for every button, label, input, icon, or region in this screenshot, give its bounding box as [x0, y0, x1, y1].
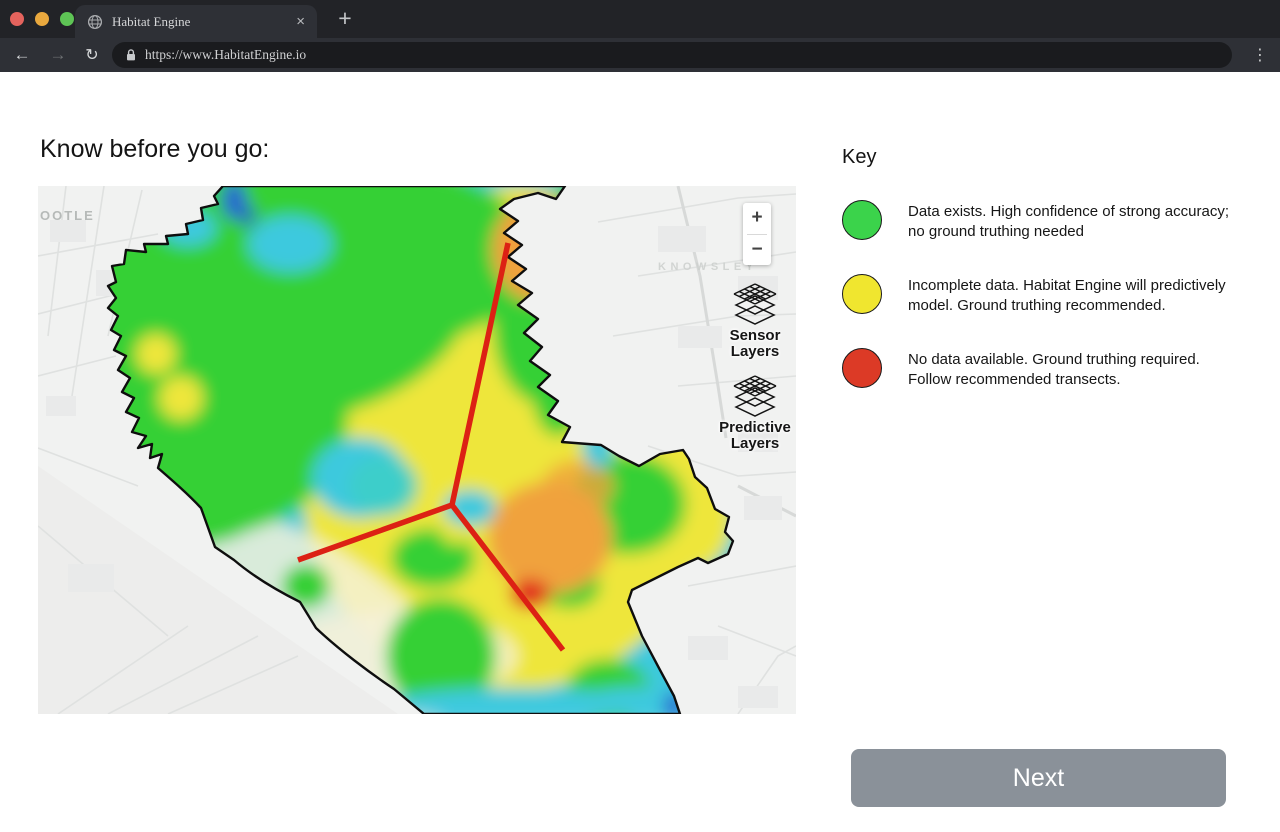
yellow-swatch [842, 274, 882, 314]
habitat-engine-favicon [87, 14, 103, 30]
habitat-map[interactable]: OOTLE KNOWSLEY [38, 186, 796, 714]
forward-icon[interactable]: → [44, 38, 72, 72]
key-item-yellow-line1: Incomplete data. Habitat Engine will pre… [908, 276, 1226, 296]
key-item-yellow-line2: model. Ground truthing recommended. [908, 296, 1226, 316]
key-item-red-line2: Follow recommended transects. [908, 370, 1200, 390]
map-zoom-control: + − [743, 203, 771, 265]
tab-strip: Habitat Engine × + [0, 0, 1280, 38]
key-title: Key [842, 146, 1280, 169]
close-window-button[interactable] [10, 12, 24, 26]
browser-tab[interactable]: Habitat Engine × [75, 5, 317, 38]
key-item-green-line1: Data exists. High confidence of strong a… [908, 202, 1229, 222]
predictive-layers-label-line2: Layers [719, 436, 791, 452]
new-tab-button[interactable]: + [331, 3, 359, 33]
predictive-layers-toggle[interactable]: Predictive Layers [719, 374, 791, 452]
key-item-yellow: Incomplete data. Habitat Engine will pre… [842, 274, 1226, 316]
tab-close-icon[interactable]: × [296, 14, 305, 29]
next-button[interactable]: Next [851, 749, 1226, 807]
layers-icon [730, 374, 780, 420]
key-item-green-line2: no ground truthing needed [908, 222, 1229, 242]
back-icon[interactable]: ← [8, 38, 36, 72]
key-item-red: No data available. Ground truthing requi… [842, 348, 1200, 390]
browser-menu-icon[interactable]: ⋮ [1246, 38, 1274, 72]
predictive-layers-label-line1: Predictive [719, 420, 791, 436]
zoom-in-button[interactable]: + [743, 203, 771, 234]
screen: { "browser": { "tab_title": "Habitat Eng… [0, 0, 1280, 832]
red-swatch [842, 348, 882, 388]
key-panel: Key Data exists. High confidence of stro… [842, 146, 1280, 169]
browser-toolbar: ← → ↻ https://www.HabitatEngine.io ⋮ [0, 38, 1280, 72]
green-swatch [842, 200, 882, 240]
url-text: https://www.HabitatEngine.io [145, 47, 306, 63]
tab-title: Habitat Engine [112, 14, 296, 30]
map-place-label-bootle: OOTLE [40, 208, 95, 223]
layers-icon [730, 282, 780, 328]
sensor-layers-label-line1: Sensor [730, 328, 781, 344]
lock-icon [125, 48, 137, 62]
window-controls [10, 12, 74, 26]
key-item-red-line1: No data available. Ground truthing requi… [908, 350, 1200, 370]
maximize-window-button[interactable] [60, 12, 74, 26]
reload-icon[interactable]: ↻ [78, 38, 106, 72]
minimize-window-button[interactable] [35, 12, 49, 26]
zoom-out-button[interactable]: − [743, 235, 771, 266]
page-title: Know before you go: [40, 135, 269, 164]
sensor-layers-toggle[interactable]: Sensor Layers [730, 282, 781, 360]
layer-controls: Sensor Layers Predictive Layers [714, 282, 796, 452]
address-bar[interactable]: https://www.HabitatEngine.io [112, 42, 1232, 68]
key-item-green: Data exists. High confidence of strong a… [842, 200, 1229, 242]
sensor-layers-label-line2: Layers [730, 344, 781, 360]
map-canvas[interactable]: OOTLE KNOWSLEY [38, 186, 796, 714]
